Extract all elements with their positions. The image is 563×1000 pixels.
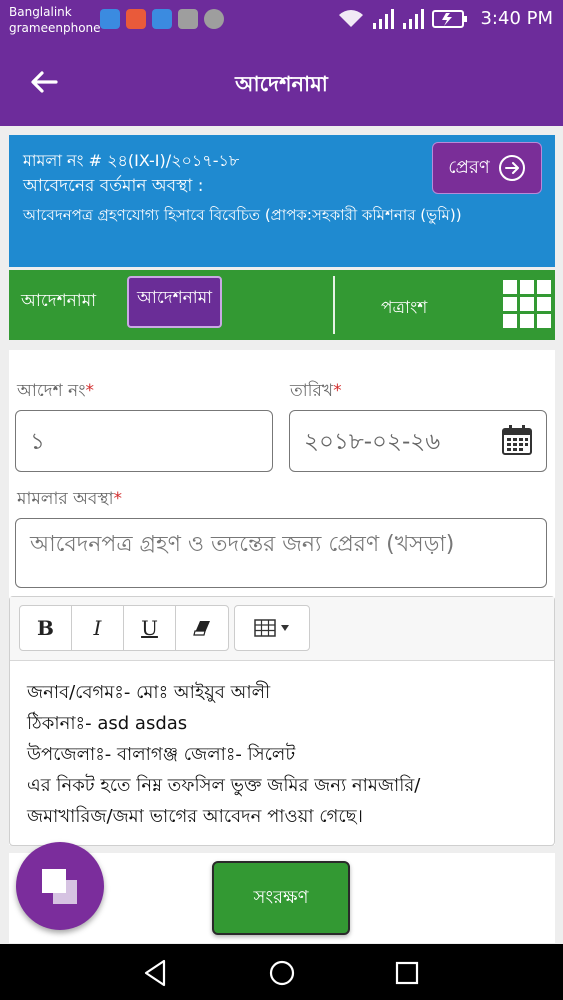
send-button-label: প্রেরণ: [448, 156, 490, 178]
nav-recents-icon[interactable]: [392, 958, 422, 988]
case-status-label: মামলার অবস্থা*: [17, 489, 123, 509]
send-button[interactable]: প্রেরণ: [432, 142, 542, 194]
nav-home-icon[interactable]: [267, 958, 297, 988]
floating-action-button[interactable]: [16, 842, 104, 930]
carrier-info: Banglalink grameenphone: [9, 4, 101, 36]
signal-icon: [403, 8, 425, 29]
signal-icon: [373, 8, 395, 29]
insert-table-button[interactable]: [234, 605, 310, 651]
editor-content[interactable]: জনাব/বেগমঃ- মোঃ আইয়ুব আলী ঠিকানাঃ- asd …: [10, 661, 554, 832]
warning-icon: [204, 9, 224, 29]
page-title: আদেশনামা: [235, 72, 328, 96]
app-notification-icon: [100, 9, 120, 29]
case-info-panel: মামলা নং # ২৪(IX-I)/২০১৭-১৮ আবেদনের বর্ত…: [9, 135, 555, 267]
order-form: আদেশ নং* তারিখ* ১ ২০১৮-০২-২৬ মামলার অবস্…: [9, 350, 555, 846]
notification-icons: [100, 9, 224, 29]
clock: 3:40 PM: [480, 8, 553, 29]
tab-letters[interactable]: পত্রাংশ: [381, 295, 427, 323]
usb-icon: [152, 9, 172, 29]
carrier-name-2: grameenphone: [9, 21, 101, 35]
app-notification-icon: [126, 9, 146, 29]
case-status-select[interactable]: আবেদনপত্র গ্রহণ ও তদন্তের জন্য প্রেরণ (খ…: [15, 518, 547, 588]
case-state-value: আবেদনপত্র গ্রহণযোগ্য হিসাবে বিবেচিত (প্র…: [23, 206, 462, 224]
date-label: তারিখ*: [290, 381, 342, 401]
editor-line: জনাব/বেগমঃ- মোঃ আইয়ুব আলী: [27, 682, 271, 703]
editor-toolbar: B I U: [10, 597, 554, 661]
editor-line: উপজেলাঃ- বালাগঞ্জ জেলাঃ- সিলেট: [27, 744, 296, 765]
tab-divider: [333, 276, 335, 334]
system-icons: 3:40 PM: [338, 8, 553, 29]
eraser-button[interactable]: [176, 606, 228, 650]
copy-icon: [42, 869, 77, 904]
rich-text-editor: B I U জনাব/বেগমঃ- মোঃ আইয়ুব আলী ঠিকানাঃ…: [9, 596, 555, 846]
order-no-input[interactable]: ১: [15, 410, 273, 472]
status-bar: Banglalink grameenphone 3:40 PM: [0, 0, 563, 38]
system-navigation-bar: [0, 944, 563, 1000]
app-bar: আদেশনামা: [0, 38, 563, 126]
eraser-icon: [193, 621, 210, 636]
editor-line: জমাখারিজ/জমা ভাগের আবেদন পাওয়া গেছে।: [27, 806, 363, 827]
format-button-group: B I U: [19, 605, 229, 651]
bold-button[interactable]: B: [20, 606, 72, 650]
editor-line: এর নিকট হতে নিম্ন তফসিল ভুক্ত জমির জন্য …: [27, 775, 421, 796]
image-icon: [178, 9, 198, 29]
tab-order-sheet[interactable]: আদেশনামা: [21, 288, 96, 316]
date-input[interactable]: ২০১৮-০২-২৬: [289, 410, 547, 472]
nav-back-icon[interactable]: [140, 958, 170, 988]
battery-icon: [432, 9, 468, 28]
carrier-name-1: Banglalink: [9, 5, 72, 19]
editor-line: ঠিকানাঃ- asd asdas: [27, 713, 188, 734]
wifi-icon: [339, 9, 364, 27]
tab-bar: আদেশনামা আদেশনামা পত্রাংশ: [9, 270, 555, 340]
save-button[interactable]: সংরক্ষণ: [212, 861, 350, 935]
table-icon: [254, 619, 276, 637]
grid-menu-icon[interactable]: [503, 280, 551, 328]
caret-down-icon: [281, 625, 289, 631]
calendar-icon[interactable]: [500, 423, 534, 457]
italic-button[interactable]: I: [72, 606, 124, 650]
underline-button[interactable]: U: [124, 606, 176, 650]
tab-order-sheet-active[interactable]: আদেশনামা: [127, 276, 223, 328]
order-no-label: আদেশ নং*: [17, 381, 95, 401]
arrow-right-circle-icon: [498, 155, 525, 181]
